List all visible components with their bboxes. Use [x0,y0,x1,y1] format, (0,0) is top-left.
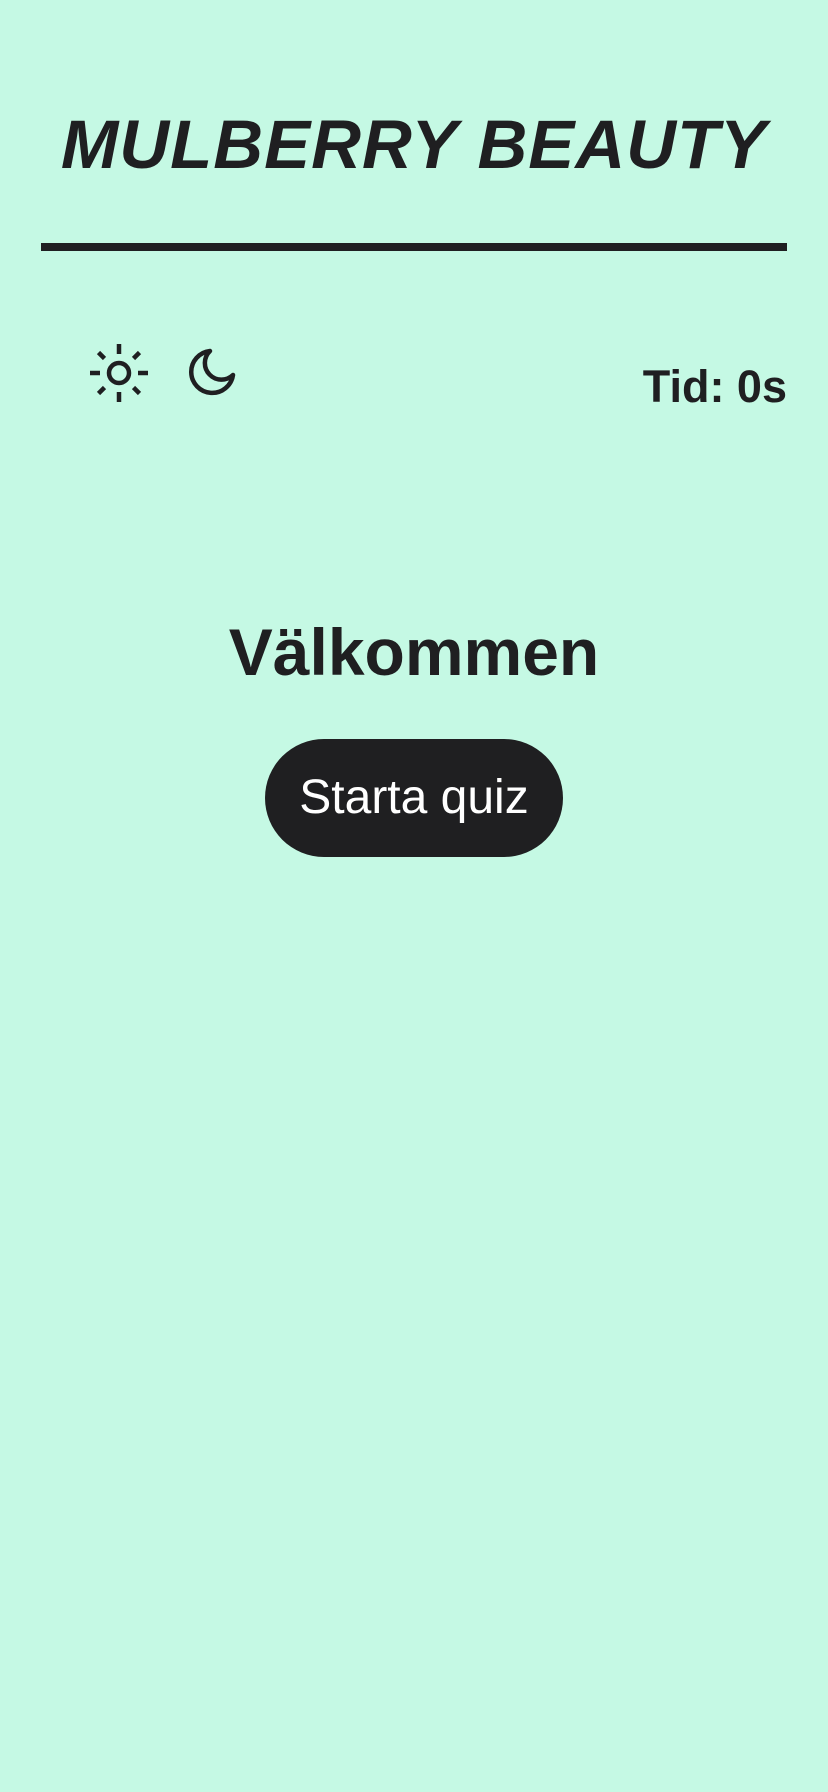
brand-title: MULBERRY BEAUTY [60,106,768,183]
header-divider [41,243,787,251]
welcome-heading: Välkommen [228,615,600,689]
dark-mode-toggle[interactable] [180,341,244,405]
sun-icon [90,344,148,402]
moon-icon [189,348,236,396]
timer-display: Tid: 0s [642,361,787,412]
start-quiz-button[interactable]: Starta quiz [265,739,563,857]
light-mode-toggle[interactable] [87,341,151,405]
